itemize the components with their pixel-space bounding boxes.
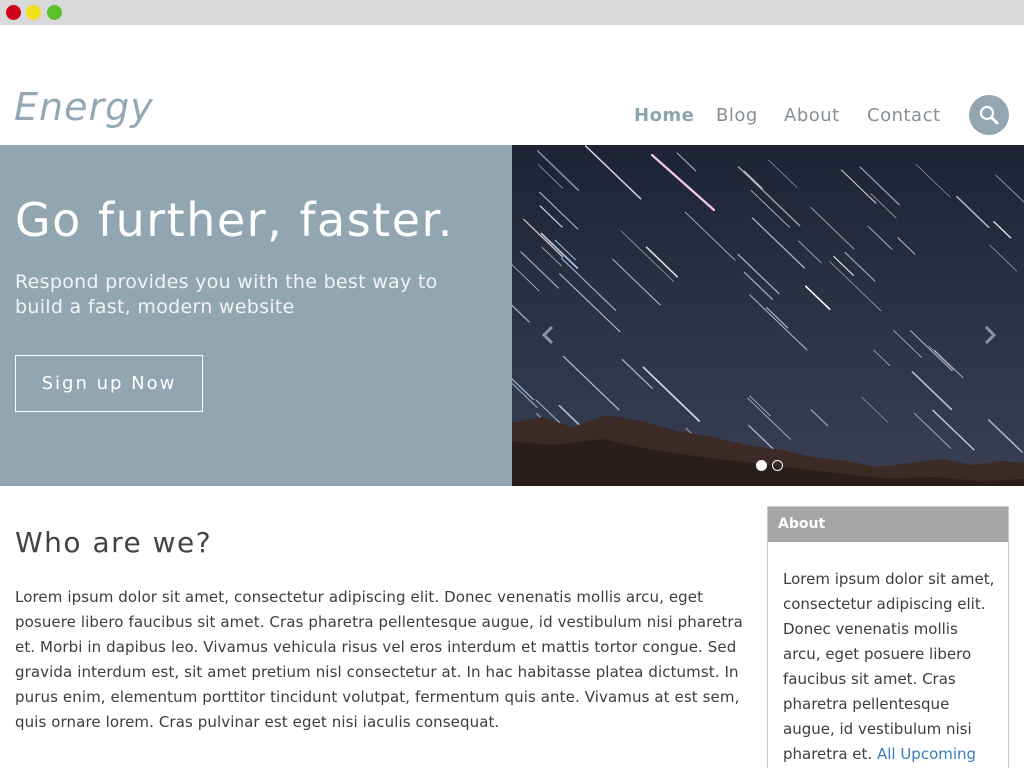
slider-dot-1[interactable]: [756, 460, 767, 471]
sign-up-button[interactable]: Sign up Now: [15, 355, 203, 412]
search-icon: [979, 105, 999, 125]
search-button[interactable]: [969, 95, 1009, 135]
nav-item-contact[interactable]: Contact: [867, 105, 941, 126]
window-titlebar: [0, 0, 1024, 25]
image-slider: [512, 145, 1024, 486]
slider-prev-icon[interactable]: [536, 320, 560, 350]
nav-item-about[interactable]: About: [784, 105, 840, 126]
slider-dot-2[interactable]: [772, 460, 783, 471]
hero-subtitle: Respond provides you with the best way t…: [15, 271, 438, 318]
next-section-heading-clipped: [15, 758, 295, 768]
hero-title: Go further, faster.: [15, 193, 454, 247]
sidebar-widget: About Lorem ipsum dolor sit amet, consec…: [767, 506, 1009, 768]
minimize-window-button[interactable]: [26, 5, 41, 20]
nav-item-home[interactable]: Home: [634, 105, 694, 126]
all-upcoming-link[interactable]: All Upcoming: [877, 745, 976, 763]
hero-panel: Go further, faster. Respond provides you…: [0, 145, 512, 486]
sidebar-text: Lorem ipsum dolor sit amet, consectetur …: [783, 567, 998, 767]
nav-item-blog[interactable]: Blog: [716, 105, 758, 126]
slider-next-icon[interactable]: [978, 320, 1002, 350]
close-window-button[interactable]: [6, 5, 21, 20]
site-header: Energy Home Blog About Contact: [0, 25, 1024, 145]
maximize-window-button[interactable]: [47, 5, 62, 20]
section-body: Lorem ipsum dolor sit amet, consectetur …: [15, 588, 743, 731]
sidebar-body-text: Lorem ipsum dolor sit amet, consectetur …: [783, 570, 995, 763]
sidebar-title: About: [768, 507, 1008, 542]
main-nav: Home Blog About Contact: [0, 105, 1024, 127]
star-trail-image: [512, 145, 1024, 486]
section-heading: Who are we?: [15, 526, 213, 559]
